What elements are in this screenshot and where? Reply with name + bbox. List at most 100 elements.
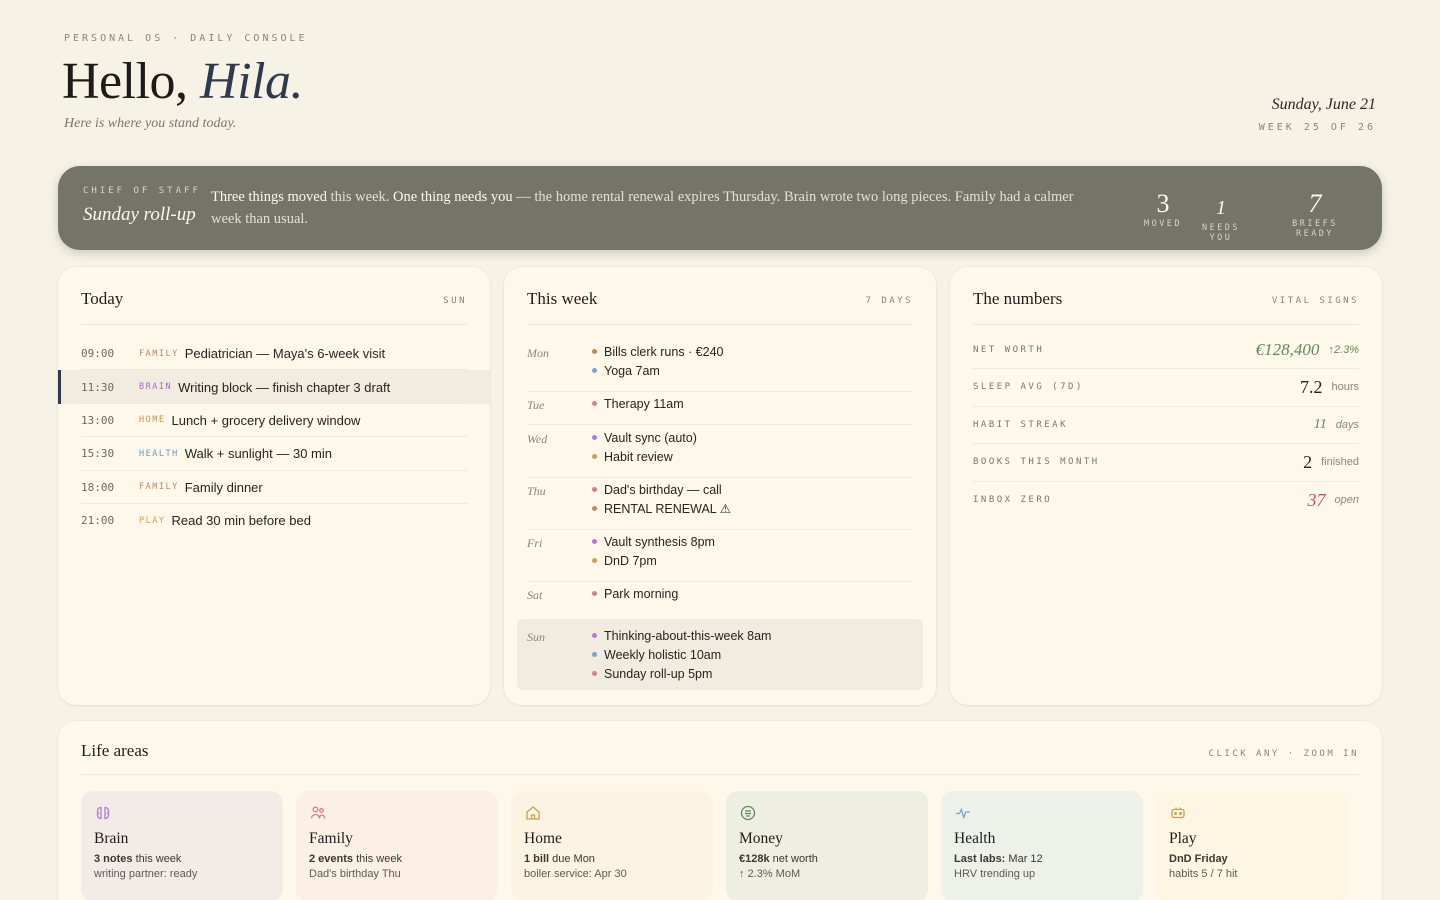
week-item: Yoga 7am — [592, 361, 923, 380]
vital-label: INBOX ZERO — [973, 495, 1053, 506]
vital-label: SLEEP AVG (7D) — [973, 382, 1084, 393]
vital-label: HABIT STREAK — [973, 419, 1069, 430]
life-areas-tag: CLICK ANY · ZOOM IN — [1208, 749, 1359, 759]
today-row[interactable]: 11:30 BRAIN Writing block — finish chapter… — [58, 370, 490, 404]
event-category: BRAIN — [139, 382, 173, 393]
vital-unit: days — [1335, 418, 1359, 431]
user-name: Hila. — [200, 53, 303, 110]
week-title: This week — [527, 289, 598, 308]
vital-unit: hours — [1331, 381, 1359, 394]
week-day-row[interactable]: Wed Vault sync (auto) Habit review — [517, 426, 923, 478]
week-item: Sunday roll-up 5pm — [592, 664, 923, 683]
category-dot — [592, 454, 597, 459]
category-dot — [592, 671, 597, 676]
day-label: Sun — [527, 630, 545, 644]
today-row[interactable]: 18:00 FAMILY Family dinner — [58, 471, 490, 504]
today-row[interactable]: 09:00 FAMILY Pediatrician — Maya's 6-week … — [58, 337, 490, 371]
area-summary: Last labs: Mar 12 — [954, 853, 1043, 865]
category-dot — [592, 539, 597, 544]
event-time: 15:30 — [81, 447, 115, 461]
today-card: Today SUN 09:00 FAMILY Pediatrician — Maya… — [58, 267, 490, 705]
money-icon — [739, 804, 757, 822]
event-time: 13:00 — [81, 413, 115, 427]
vital-value: 37 — [1307, 489, 1326, 510]
chief-of-staff-banner[interactable]: CHIEF OF STAFF Sunday roll-up Three thin… — [58, 166, 1382, 250]
life-area-home[interactable]: Home 1 bill due Mon boiler service: Apr 30 — [511, 791, 713, 900]
page-title: Hello, Hila. — [62, 52, 303, 111]
banner-label: CHIEF OF STAFF — [83, 186, 201, 196]
day-label: Fri — [527, 536, 543, 550]
week-item: Weekly holistic 10am — [592, 645, 923, 664]
today-row[interactable]: 21:00 PLAY Read 30 min before bed — [58, 504, 490, 537]
event-category: FAMILY — [139, 348, 179, 359]
today-row[interactable]: 15:30 HEALTH Walk + sunlight — 30 min — [58, 437, 490, 471]
vital-sign-row: HABIT STREAK 11 days — [973, 406, 1359, 445]
eyebrow: PERSONAL OS · DAILY CONSOLE — [64, 33, 308, 44]
event-time: 09:00 — [81, 347, 115, 361]
week-indicator: WEEK 25 OF 26 — [1258, 122, 1376, 133]
week-day-row[interactable]: Mon Bills clerk runs · €240 Yoga 7am — [517, 340, 923, 392]
week-item: Therapy 11am — [592, 394, 923, 413]
week-item: Habit review — [592, 447, 923, 466]
today-row[interactable]: 13:00 HOME Lunch + grocery delivery window — [58, 404, 490, 438]
area-detail: ↑ 2.3% MoM — [739, 868, 801, 880]
category-dot — [592, 401, 597, 406]
category-dot — [592, 558, 597, 563]
week-day-row[interactable]: Thu Dad's birthday — call RENTAL RENEWAL ⚠ — [517, 478, 923, 530]
vital-unit: ↑2.3% — [1328, 343, 1359, 356]
area-name: Brain — [94, 830, 129, 847]
today-list: 09:00 FAMILY Pediatrician — Maya's 6-week … — [58, 337, 490, 537]
vital-sign-row: SLEEP AVG (7D) 7.2 hours — [973, 369, 1359, 407]
area-summary: 2 events this week — [309, 853, 402, 865]
category-dot — [592, 487, 597, 492]
week-day-row[interactable]: Fri Vault synthesis 8pm DnD 7pm — [517, 530, 923, 582]
life-area-family[interactable]: Family 2 events this week Dad's birthday T… — [296, 791, 498, 900]
stat-moved[interactable]: 3 MOVED — [1133, 190, 1193, 230]
category-dot — [592, 633, 597, 638]
area-name: Health — [954, 830, 996, 847]
area-detail: writing partner: ready — [94, 868, 198, 880]
vital-value: 7.2 — [1299, 376, 1323, 397]
week-item: Thinking-about-this-week 8am — [592, 626, 923, 645]
event-category: PLAY — [139, 515, 166, 526]
event-time: 18:00 — [81, 480, 115, 494]
week-day-row[interactable]: Sat Park morning — [517, 582, 923, 615]
today-title: Today — [81, 289, 124, 308]
day-label: Tue — [527, 398, 545, 412]
area-name: Play — [1169, 830, 1197, 847]
week-day-row[interactable]: Tue Therapy 11am — [517, 392, 923, 425]
stat-briefs-ready[interactable]: 7 BRIEFS READY — [1273, 190, 1357, 240]
health-icon — [954, 804, 972, 822]
vital-label: NET WORTH — [973, 344, 1045, 355]
area-summary: 3 notes this week — [94, 853, 182, 865]
event-title: Lunch + grocery delivery window — [171, 412, 361, 428]
week-item: DnD 7pm — [592, 551, 923, 570]
event-category: FAMILY — [139, 482, 179, 493]
stat-needs-you[interactable]: 1 NEEDS YOU — [1188, 194, 1254, 243]
week-item: Bills clerk runs · €240 — [592, 342, 923, 361]
week-day-row[interactable]: Sun Thinking-about-this-week 8am Weekly ho… — [517, 619, 923, 690]
life-area-money[interactable]: Money €128k net worth ↑ 2.3% MoM — [726, 791, 928, 900]
banner-summary: Three things moved this week. One thing … — [211, 189, 1074, 227]
event-title: Pediatrician — Maya's 6-week visit — [184, 346, 386, 362]
numbers-tag: VITAL SIGNS — [1271, 296, 1359, 306]
event-time: 21:00 — [81, 514, 115, 528]
week-card: This week 7 DAYS Mon Bills clerk runs · €… — [504, 267, 936, 705]
week-item: Vault sync (auto) — [592, 428, 923, 447]
category-dot — [592, 652, 597, 657]
family-icon — [309, 804, 327, 822]
life-areas-list: Brain 3 notes this week writing partner: r… — [81, 791, 1359, 900]
area-summary: €128k net worth — [739, 853, 818, 865]
event-category: HEALTH — [139, 448, 179, 459]
date-block: Sunday, June 21 WEEK 25 OF 26 — [1259, 96, 1376, 133]
vital-unit: open — [1334, 494, 1359, 507]
event-title: Writing block — finish chapter 3 draft — [178, 379, 391, 395]
home-icon — [524, 804, 542, 822]
vital-sign-row: NET WORTH €128,400 ↑2.3% — [973, 331, 1359, 369]
life-area-brain[interactable]: Brain 3 notes this week writing partner: r… — [81, 791, 283, 900]
life-area-play[interactable]: Play DnD Friday habits 5 / 7 hit — [1156, 791, 1348, 900]
play-icon — [1169, 804, 1187, 822]
numbers-card: The numbers VITAL SIGNS NET WORTH €128,40… — [950, 267, 1382, 705]
life-area-health[interactable]: Health Last labs: Mar 12 HRV trending up — [941, 791, 1143, 900]
area-detail: Dad's birthday Thu — [309, 868, 401, 880]
